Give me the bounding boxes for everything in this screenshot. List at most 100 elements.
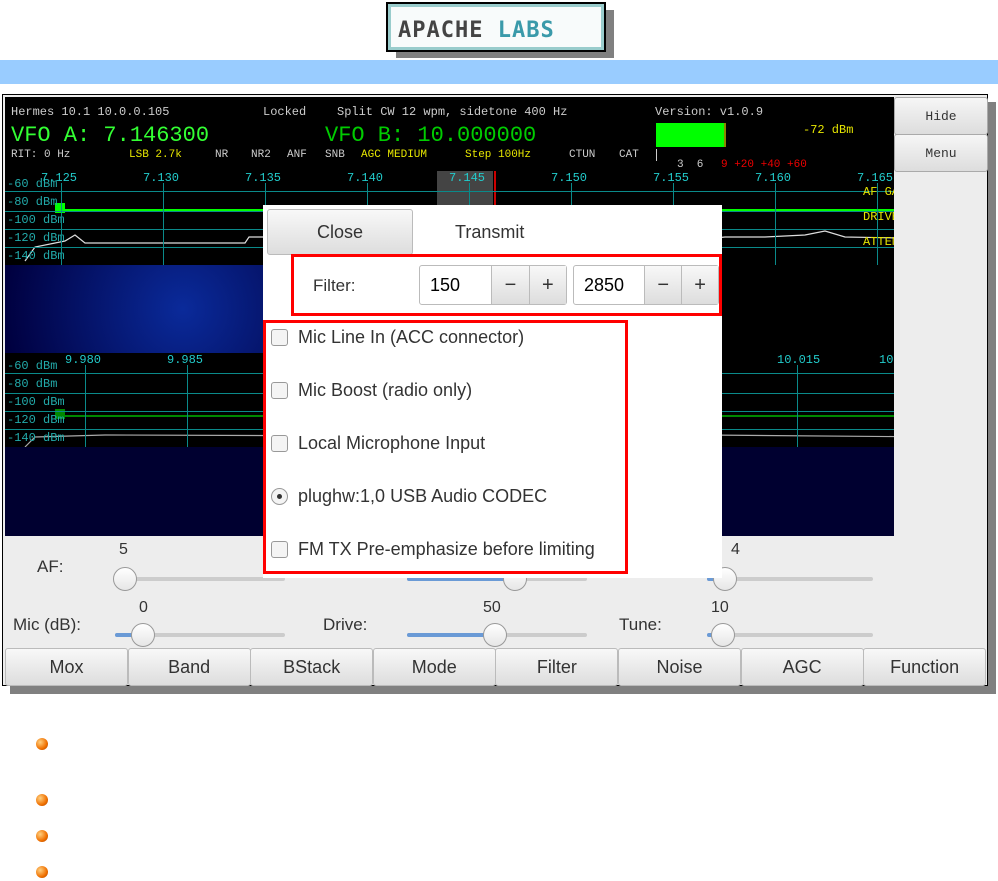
mic-label: Mic (dB): [13, 615, 81, 634]
header-bar [0, 60, 998, 84]
signal-level: -72 dBm [803, 123, 854, 137]
dbm-label: -80 dBm [7, 195, 58, 209]
filter-high-minus[interactable]: − [644, 266, 682, 304]
checkbox[interactable] [271, 382, 288, 399]
dialog-title: Transmit [455, 222, 525, 242]
nr2[interactable]: NR2 [251, 149, 271, 161]
option-plughw-1-0-usb-audio-codec[interactable]: plughw:1,0 USB Audio CODEC [271, 486, 547, 507]
option-mic-line-in-acc-connector[interactable]: Mic Line In (ACC connector) [271, 327, 524, 348]
agc[interactable]: AGC MEDIUM [361, 149, 427, 161]
overlay-label-drive: DRIVE [863, 210, 894, 224]
drive-value: 50 [483, 599, 501, 616]
option-fm-tx-pre-emphasize-before-limiting[interactable]: FM TX Pre-emphasize before limiting [271, 539, 595, 560]
bullet-icon [36, 738, 48, 750]
filter-high-spinner[interactable]: 2850 − + [573, 265, 719, 305]
attenuation-slider[interactable] [707, 567, 873, 591]
option-local-microphone-input[interactable]: Local Microphone Input [271, 433, 485, 454]
freq-label: 7.155 [653, 171, 690, 185]
option-label: FM TX Pre-emphasize before limiting [298, 539, 595, 559]
tune-label: Tune: [619, 615, 662, 634]
option-label: Mic Line In (ACC connector) [298, 327, 525, 347]
function-button[interactable]: Function [863, 648, 987, 686]
option-mic-boost-radio-only[interactable]: Mic Boost (radio only) [271, 380, 472, 401]
tune-slider[interactable] [707, 623, 873, 647]
drive-slider[interactable] [407, 623, 587, 647]
mox-button[interactable]: Mox [5, 648, 128, 686]
freq-label: 10.020 [879, 353, 894, 367]
right-value: 4 [731, 541, 740, 558]
vfo-b[interactable]: VFO B: 10.000000 [325, 123, 536, 148]
filter-low-value[interactable]: 150 [420, 266, 491, 304]
band-button[interactable]: Band [127, 648, 251, 686]
checkbox[interactable] [271, 329, 288, 346]
s-meter [656, 123, 756, 147]
version: Version: v1.0.9 [655, 105, 764, 119]
freq-grid-line [85, 365, 86, 447]
option-label: Local Microphone Input [298, 433, 486, 453]
overlay-label-af-gain: AF GAIN [863, 185, 894, 199]
dbm-label: -80 dBm [7, 377, 58, 391]
cat[interactable]: CAT [619, 149, 639, 161]
ctun[interactable]: CTUN [569, 149, 595, 161]
menu-button[interactable]: Menu [894, 134, 988, 172]
bullet-icon [36, 866, 48, 878]
option-label: Mic Boost (radio only) [298, 380, 473, 400]
af-value: 5 [119, 541, 128, 558]
mic-slider[interactable] [115, 623, 285, 647]
mic-value: 0 [139, 599, 148, 616]
dbm-label: -140 dBm [7, 249, 65, 263]
nr[interactable]: NR [215, 149, 228, 161]
meter-scale-red: 9 +20 +40 +60 [721, 159, 807, 171]
bstack-button[interactable]: BStack [250, 648, 374, 686]
radio-info: Hermes 10.1 10.0.0.105 [11, 105, 170, 119]
checkbox[interactable] [271, 435, 288, 452]
freq-grid-line [187, 365, 188, 447]
freq-grid-line [775, 183, 776, 265]
af-slider[interactable] [113, 567, 285, 591]
drive-label: Drive: [323, 615, 368, 634]
apache-labs-logo: APACHE LABS [386, 2, 606, 52]
filter-high-plus[interactable]: + [681, 266, 718, 304]
close-button[interactable]: Close [267, 209, 413, 255]
snb[interactable]: SNB [325, 149, 345, 161]
freq-label: 10.015 [777, 353, 821, 367]
bullet-icon [36, 830, 48, 842]
agc-button[interactable]: AGC [740, 648, 864, 686]
hide-button[interactable]: Hide [894, 97, 988, 135]
grid-line [5, 191, 894, 192]
freq-label: 7.165 [857, 171, 894, 185]
anf[interactable]: ANF [287, 149, 307, 161]
freq-label: 7.125 [41, 171, 78, 185]
filter-high-value[interactable]: 2850 [574, 266, 644, 304]
step[interactable]: Step 100Hz [465, 149, 531, 161]
vfo-a[interactable]: VFO A: 7.146300 [11, 123, 209, 148]
freq-grid-line [163, 183, 164, 265]
freq-label: 7.135 [245, 171, 282, 185]
filter-low-minus[interactable]: − [491, 266, 529, 304]
dbm-label: -140 dBm [7, 431, 65, 445]
freq-label: 7.130 [143, 171, 180, 185]
filter-low-spinner[interactable]: 150 − + [419, 265, 567, 305]
mode-button[interactable]: Mode [372, 648, 496, 686]
dbm-label: -120 dBm [7, 231, 65, 245]
freq-label: 7.145 [449, 171, 486, 185]
checkbox[interactable] [271, 541, 288, 558]
rit: RIT: 0 Hz [11, 149, 71, 161]
filter-button[interactable]: Filter [495, 648, 619, 686]
tune-value: 10 [711, 599, 729, 616]
freq-grid-line [797, 365, 798, 447]
radio-button[interactable] [271, 488, 288, 505]
transmit-dialog: Close Transmit Filter: 150 − + 2850 − + … [263, 205, 722, 578]
noise-button[interactable]: Noise [618, 648, 741, 686]
freq-grid-line [61, 183, 62, 265]
split-status: Split CW 12 wpm, sidetone 400 Hz [337, 105, 568, 119]
freq-label: 9.980 [65, 353, 102, 367]
dbm-label: -120 dBm [7, 413, 65, 427]
freq-label: 7.150 [551, 171, 588, 185]
overlay-label-attenuation: ATTENUATION [863, 235, 894, 249]
freq-label: 9.985 [167, 353, 204, 367]
dbm-label: -100 dBm [7, 395, 65, 409]
mode[interactable]: LSB 2.7k [129, 149, 182, 161]
meter-scale-white: 3 6 [677, 159, 704, 171]
filter-low-plus[interactable]: + [528, 266, 566, 304]
